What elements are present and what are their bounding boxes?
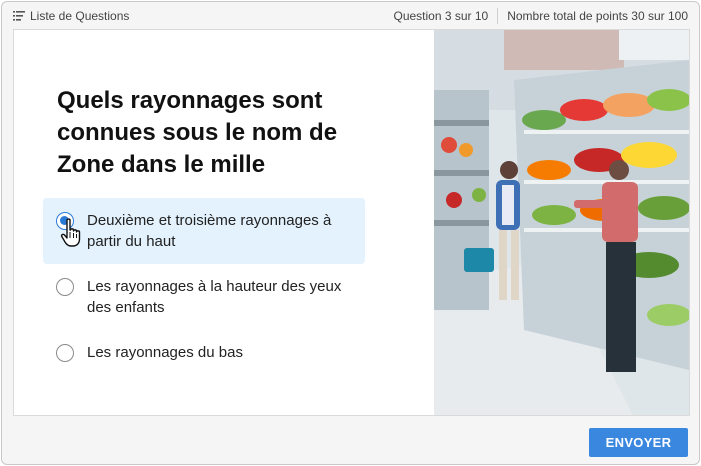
answer-option-1[interactable]: Deuxième et troisième rayonnages à parti… (43, 198, 365, 264)
question-title: Quels rayonnages sont connues sous le no… (57, 87, 338, 178)
submit-button[interactable]: ENVOYER (589, 428, 688, 457)
divider (497, 8, 499, 24)
points-total: Nombre total de points 30 sur 100 (507, 9, 688, 23)
answer-option-label: Les rayonnages du bas (87, 344, 243, 361)
question-list-link[interactable]: Liste de Questions (13, 9, 129, 23)
quiz-window: Liste de Questions Question 3 sur 10 Nom… (1, 1, 700, 465)
answer-options: Deuxième et troisième rayonnages à parti… (43, 198, 365, 375)
radio-button[interactable] (56, 344, 74, 362)
question-list-label: Liste de Questions (30, 9, 130, 23)
question-pane: Quels rayonnages sont connues sous le no… (14, 30, 434, 415)
answer-option-2[interactable]: Les rayonnages à la hauteur des yeux des… (43, 264, 365, 330)
answer-option-label: Les rayonnages à la hauteur des yeux des… (87, 278, 342, 316)
question-image (434, 30, 689, 415)
top-bar: Liste de Questions Question 3 sur 10 Nom… (2, 2, 699, 30)
radio-button[interactable] (56, 278, 74, 296)
answer-option-3[interactable]: Les rayonnages du bas (43, 330, 365, 375)
question-card: Quels rayonnages sont connues sous le no… (13, 29, 690, 416)
progress-info: Question 3 sur 10 Nombre total de points… (393, 8, 688, 24)
list-icon (13, 11, 25, 21)
radio-button-selected[interactable] (56, 212, 74, 230)
supermarket-photo (434, 30, 689, 415)
question-progress: Question 3 sur 10 (393, 9, 489, 23)
answer-option-label: Deuxième et troisième rayonnages à parti… (87, 212, 332, 250)
